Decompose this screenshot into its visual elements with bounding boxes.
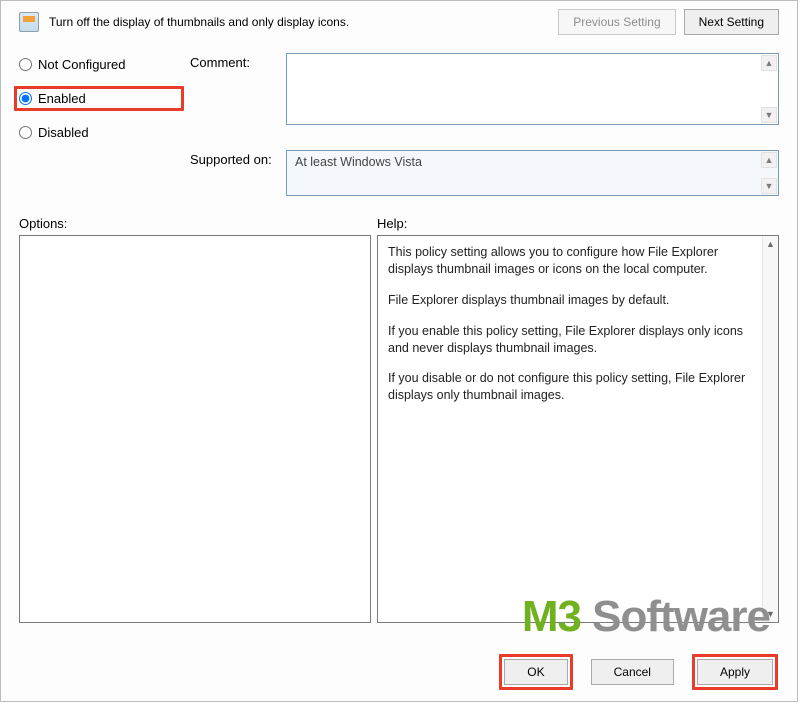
radio-enabled-label: Enabled [38, 91, 86, 106]
cancel-button[interactable]: Cancel [591, 659, 674, 685]
supported-on-value: At least Windows Vista ▲ ▼ [286, 150, 779, 196]
help-paragraph: This policy setting allows you to config… [388, 244, 756, 278]
scroll-down-icon: ▼ [761, 178, 777, 194]
help-pane: This policy setting allows you to config… [377, 235, 779, 623]
options-pane [19, 235, 371, 623]
supported-scrollbar: ▲ ▼ [761, 152, 777, 194]
next-setting-button[interactable]: Next Setting [684, 9, 779, 35]
comment-scrollbar[interactable]: ▲ ▼ [761, 55, 777, 123]
scroll-up-icon: ▲ [761, 152, 777, 168]
scroll-up-icon[interactable]: ▲ [763, 236, 778, 252]
radio-not-configured-label: Not Configured [38, 57, 125, 72]
scroll-down-icon[interactable]: ▼ [761, 107, 777, 123]
help-scrollbar[interactable]: ▲ ▼ [762, 236, 778, 622]
scroll-up-icon[interactable]: ▲ [761, 55, 777, 71]
help-paragraph: If you disable or do not configure this … [388, 370, 756, 404]
comment-label: Comment: [190, 53, 280, 70]
radio-disabled-label: Disabled [38, 125, 89, 140]
apply-button[interactable]: Apply [697, 659, 773, 685]
policy-icon [19, 12, 39, 32]
policy-title: Turn off the display of thumbnails and o… [49, 15, 548, 29]
help-label: Help: [377, 216, 407, 231]
radio-enabled[interactable]: Enabled [19, 91, 167, 106]
options-label: Options: [19, 216, 377, 231]
supported-on-label: Supported on: [190, 150, 280, 167]
scroll-down-icon[interactable]: ▼ [763, 606, 778, 622]
ok-button[interactable]: OK [504, 659, 567, 685]
help-paragraph: File Explorer displays thumbnail images … [388, 292, 756, 309]
comment-input[interactable]: ▲ ▼ [286, 53, 779, 125]
previous-setting-button[interactable]: Previous Setting [558, 9, 675, 35]
help-paragraph: If you enable this policy setting, File … [388, 323, 756, 357]
radio-disabled[interactable]: Disabled [19, 125, 184, 140]
radio-not-configured[interactable]: Not Configured [19, 57, 184, 72]
